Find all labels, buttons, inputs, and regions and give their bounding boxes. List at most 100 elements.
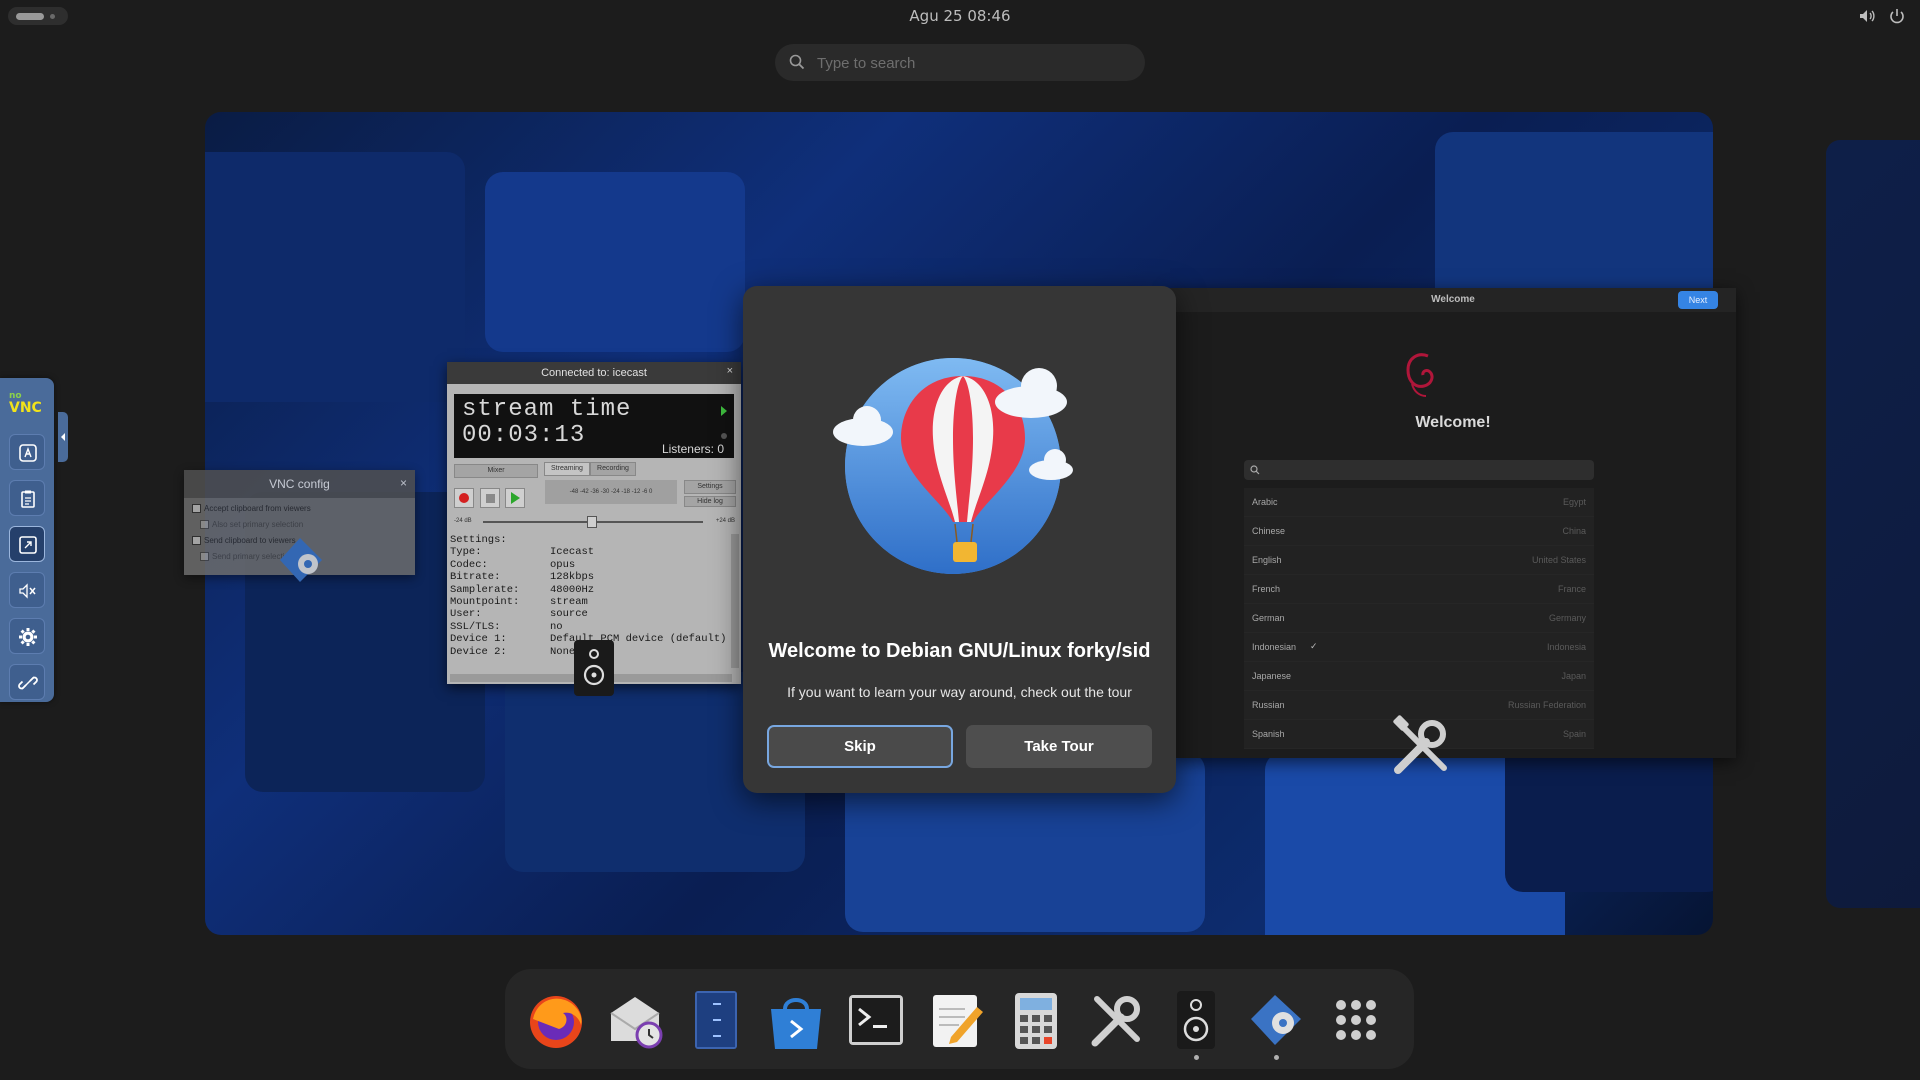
tab-streaming[interactable]: Streaming [544,462,590,476]
firefox-icon[interactable] [525,989,587,1051]
play-button[interactable] [505,488,525,508]
welcome-heading: Welcome! [1415,414,1491,431]
wallpaper-block [205,152,465,402]
tab-mixer[interactable]: Mixer [454,464,538,478]
language-country: Japan [1561,671,1586,681]
disconnect-icon [18,676,38,690]
language-row[interactable]: English United States [1244,546,1594,575]
settings-icon [19,628,37,646]
vnc-control-bar: no VNC [0,378,54,702]
search-input[interactable] [815,52,1119,74]
language-row[interactable]: Arabic Egypt [1244,488,1594,517]
stream-lcd: stream time 00:03:13 Listeners: 0 [454,394,734,458]
keyboard-icon [19,444,37,462]
novnc-logo: no VNC [9,390,42,415]
gain-max-label: +24 dB [715,518,735,524]
fullscreen-button[interactable] [9,526,45,562]
running-indicator [1194,1055,1199,1060]
log-row: Bitrate: 128kbps [450,571,595,584]
top-bar: Agu 25 08:46 [0,0,1920,32]
fullscreen-icon [19,536,37,554]
language-country: Russian Federation [1507,700,1586,710]
settings-button[interactable] [9,618,45,654]
option-label: Also set primary selection [212,520,304,529]
keyboard-button[interactable] [9,434,45,470]
language-name: French [1252,584,1281,594]
close-button[interactable]: × [727,365,733,377]
language-row-selected[interactable]: Indonesian ✓ Indonesia [1244,633,1594,662]
welcome-tour-dialog: Welcome to Debian GNU/Linux forky/sid If… [743,286,1176,793]
window-title: VNC config [184,470,415,498]
clipboard-icon [21,490,35,508]
language-country: Egypt [1562,497,1586,507]
vnc-config-window[interactable]: VNC config × Accept clipboard from viewe… [184,470,415,582]
log-row: Type: Icecast [450,546,595,559]
log-scrollbar[interactable] [731,534,739,668]
language-row[interactable]: German Germany [1244,604,1594,633]
text-editor-icon[interactable] [925,989,987,1051]
tools-overlay-icon [1393,715,1447,774]
evolution-mail-icon[interactable] [605,989,667,1051]
record-icon [459,493,469,503]
language-search-input[interactable] [1244,460,1594,480]
language-row[interactable]: Japanese Japan [1244,662,1594,691]
terminal-icon[interactable] [845,989,907,1051]
welcome-window[interactable]: Welcome Next Welcome! Arabic Egypt Chines… [1170,288,1736,758]
gain-min-label: -24 dB [454,518,472,524]
log-row: Samplerate: 48000Hz [450,583,595,596]
stop-button[interactable] [480,488,500,508]
hide-log-button[interactable]: Hide log [684,496,736,507]
search-icon [789,54,805,70]
language-row[interactable]: French France [1244,575,1594,604]
record-button[interactable] [454,488,474,508]
clock[interactable]: Agu 25 08:46 [0,7,1920,25]
close-button[interactable]: × [400,476,407,490]
speaker-app-icon[interactable] [1165,989,1227,1051]
show-apps-icon[interactable] [1325,989,1387,1051]
language-name: German [1252,613,1285,623]
volume-icon[interactable] [1858,7,1876,25]
language-row[interactable]: Chinese China [1244,517,1594,546]
skip-button[interactable]: Skip [767,725,953,768]
status-indicator-icon [721,406,727,439]
clipboard-button[interactable] [9,480,45,516]
language-name: Spanish [1252,729,1285,739]
stop-icon [485,493,495,503]
debian-logo-icon [1406,353,1434,397]
debian-installer-overlay-icon [280,538,322,582]
speaker-overlay-icon [574,640,614,696]
chevron-left-icon [61,433,65,441]
vnc-option[interactable]: Also set primary selection [200,520,304,530]
settings-tools-icon[interactable] [1085,989,1147,1051]
language-country: France [1557,584,1586,594]
tab-recording[interactable]: Recording [590,462,636,476]
window-title: Connected to: icecast [447,362,741,384]
search-bar[interactable] [775,44,1145,81]
workspace-preview-next[interactable] [1826,140,1920,908]
mute-icon [19,583,36,599]
calculator-icon[interactable] [1005,989,1067,1051]
software-store-icon[interactable] [765,989,827,1051]
lcd-label: stream time [462,396,632,423]
window-title: Welcome [1170,288,1736,312]
debian-installer-icon[interactable] [1245,989,1307,1051]
vnc-bar-handle[interactable] [58,412,68,462]
disconnect-button[interactable] [9,664,45,700]
vnc-option[interactable]: Accept clipboard from viewers [192,504,311,514]
wallpaper-block [485,172,745,352]
language-name: Indonesian [1252,642,1297,652]
next-button[interactable]: Next [1678,291,1718,309]
settings-button[interactable]: Settings [684,480,736,494]
dialog-subtitle: If you want to learn your way around, ch… [787,684,1132,700]
power-icon[interactable] [1888,7,1906,25]
icecast-window[interactable]: Connected to: icecast × stream time 00:0… [447,362,741,684]
language-name: Chinese [1252,526,1286,536]
file-manager-icon[interactable] [685,989,747,1051]
take-tour-button[interactable]: Take Tour [966,725,1152,768]
running-indicator [1274,1055,1279,1060]
gain-slider-handle[interactable] [587,516,597,528]
language-country: Indonesia [1546,642,1586,652]
mute-button[interactable] [9,572,45,608]
log-row: SSL/TLS: no [450,620,563,633]
language-name: Japanese [1252,671,1292,681]
